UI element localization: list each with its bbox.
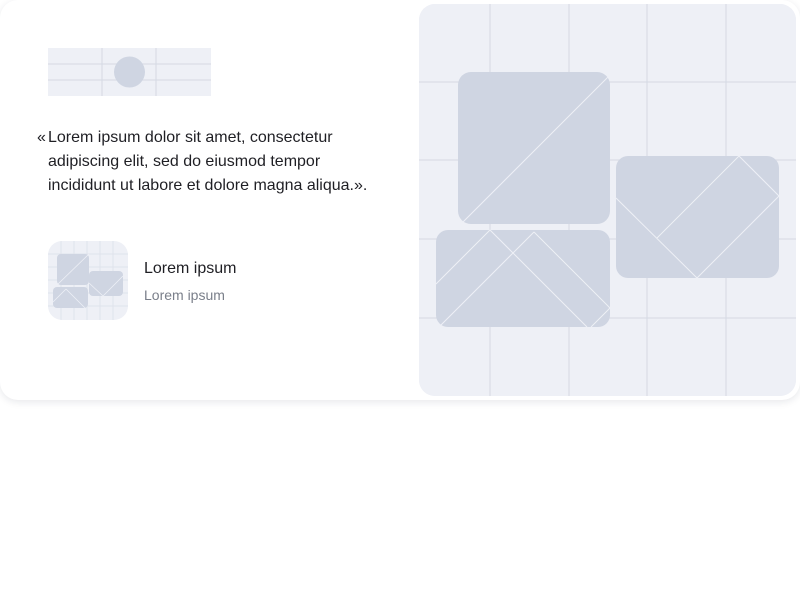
quote-open-mark: « — [37, 129, 46, 146]
testimonial-card: « Lorem ipsum dolor sit amet, consectetu… — [0, 0, 800, 400]
author-name: Lorem ipsum — [144, 260, 237, 277]
testimonial-quote: Lorem ipsum dolor sit amet, consectetur … — [48, 129, 368, 194]
author-avatar-placeholder — [48, 241, 128, 320]
company-logo-placeholder — [48, 48, 211, 96]
hero-image-placeholder — [419, 4, 796, 396]
author-role: Lorem ipsum — [144, 287, 225, 303]
